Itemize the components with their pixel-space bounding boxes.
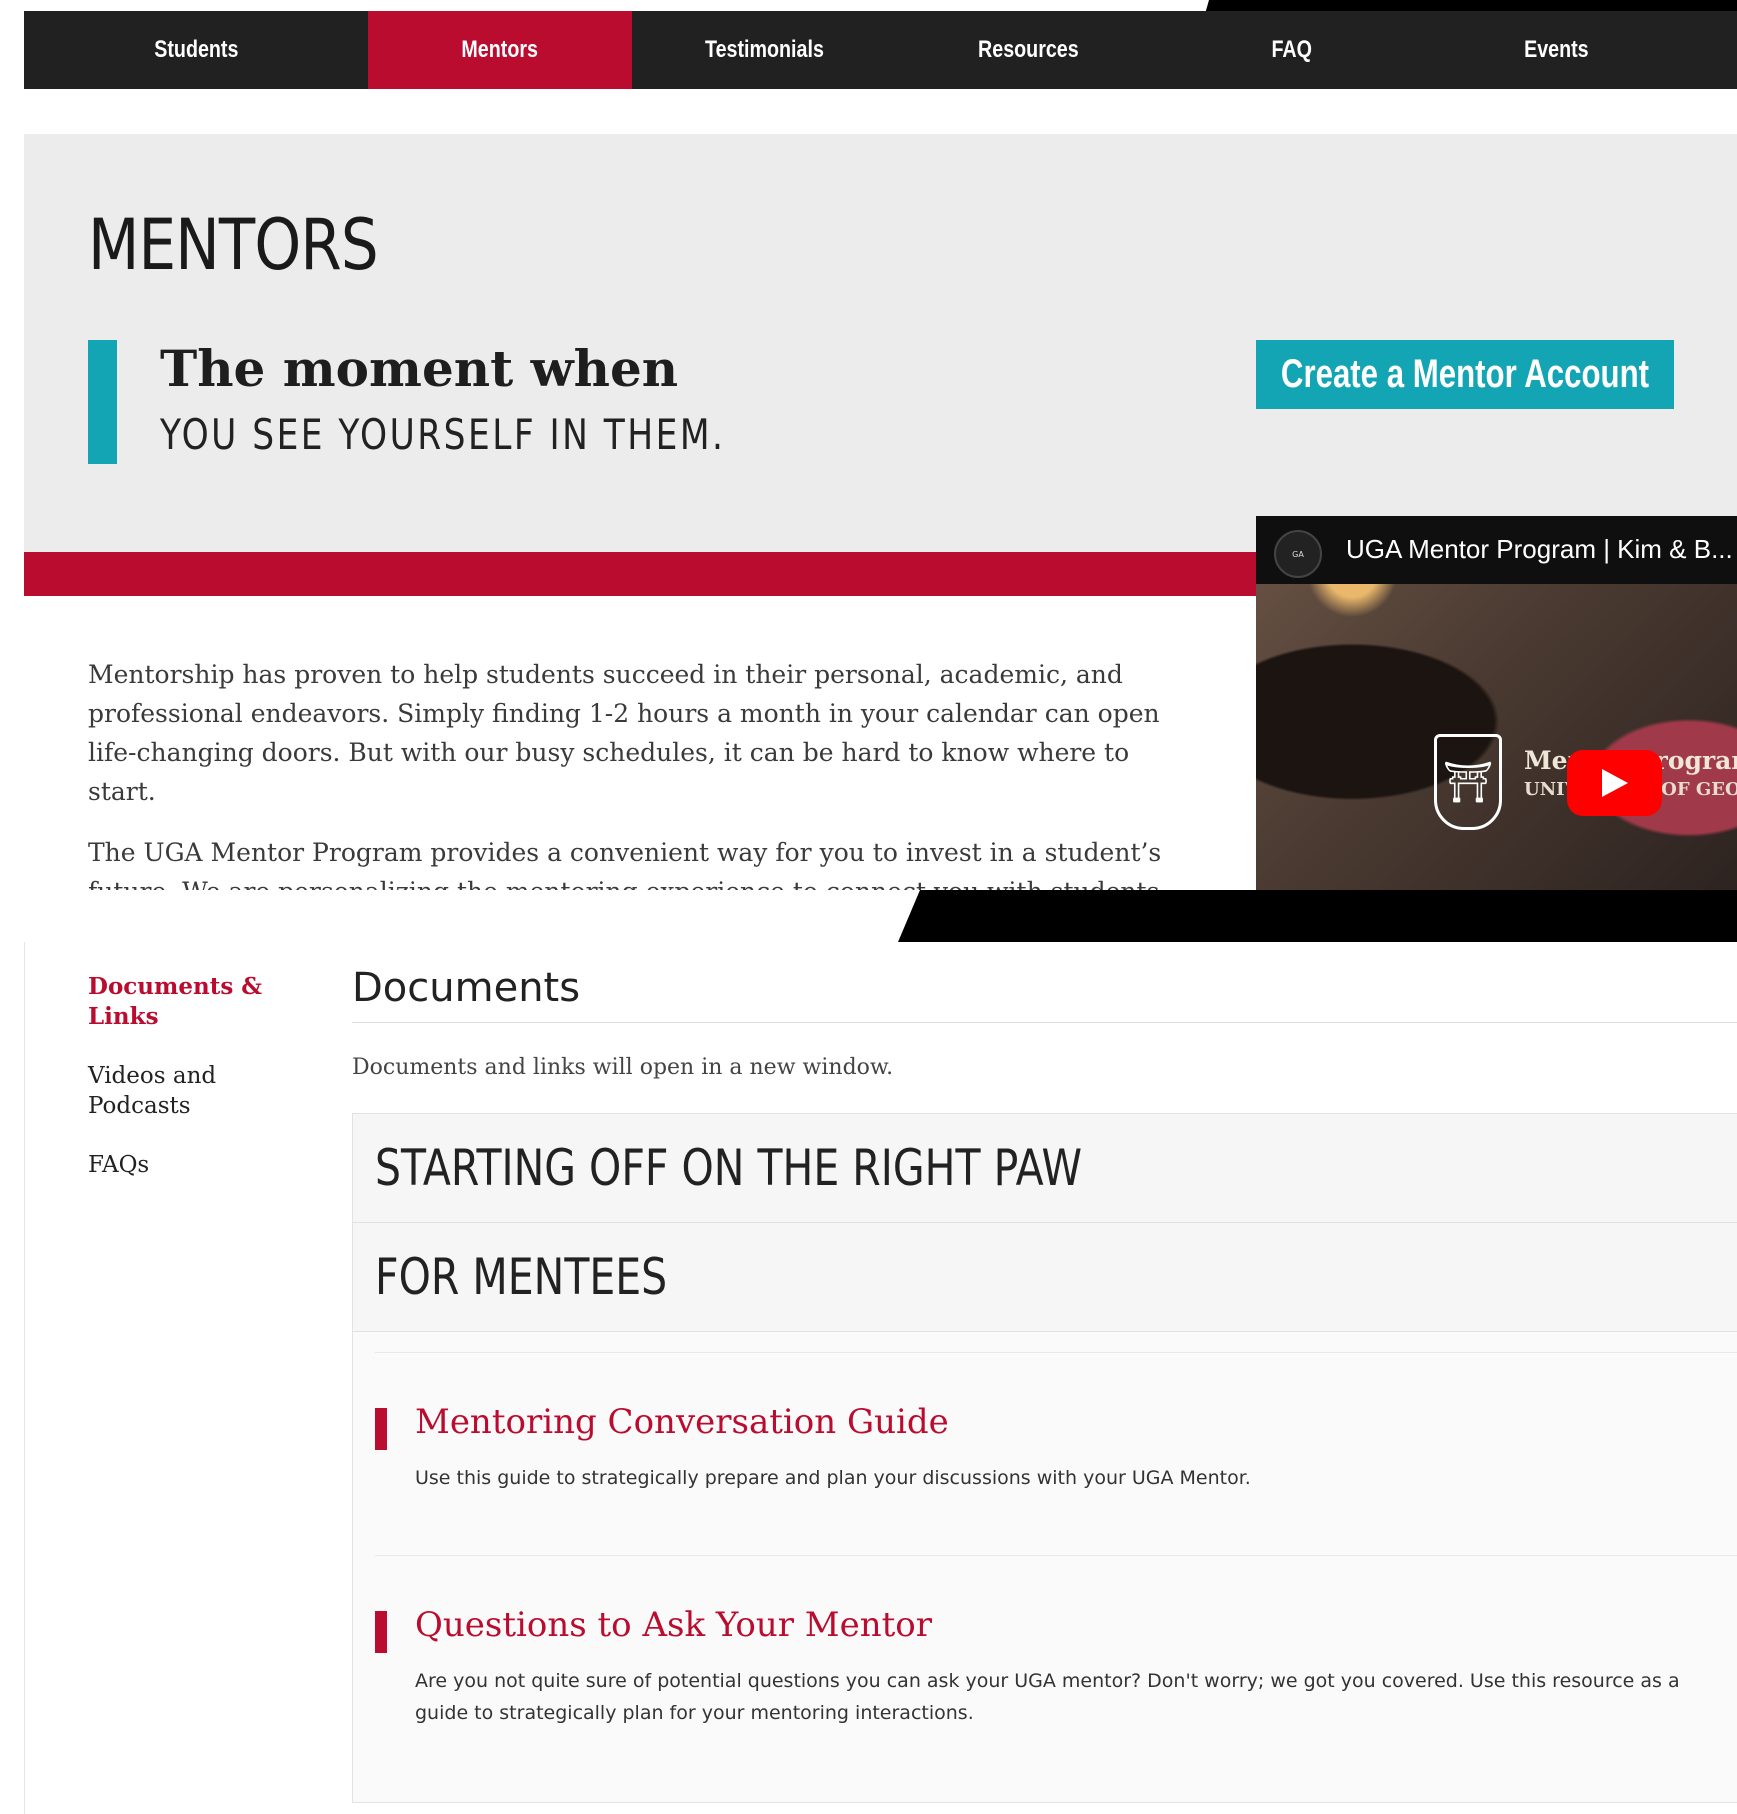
page-title: MENTORS [88,204,379,286]
resource-link-conversation-guide[interactable]: Mentoring Conversation Guide [415,1402,949,1442]
nav-item-students[interactable]: Students [24,11,368,89]
channel-avatar-icon[interactable]: GA [1274,530,1322,578]
play-icon [1601,769,1628,797]
sidebar-item-videos-podcasts[interactable]: Videos and Podcasts [88,1061,308,1121]
nav-label: Testimonials [704,36,824,63]
resource-description: Use this guide to strategically prepare … [415,1467,1251,1489]
hero-banner: MENTORS The moment when YOU SEE YOURSELF… [24,134,1737,552]
intro-text: Mentorship has proven to help students s… [88,655,1198,890]
resource-link-questions-to-ask[interactable]: Questions to Ask Your Mentor [415,1605,932,1645]
title-divider [352,1022,1737,1023]
cta-label: Create a Mentor Account [1280,352,1650,396]
resources-sidebar: Documents & Links Videos and Podcasts FA… [88,972,308,1209]
nav-label: Events [1523,36,1589,63]
intro-paragraph: The UGA Mentor Program provides a conven… [88,838,1162,890]
nav-item-mentors[interactable]: Mentors [368,11,632,89]
item-divider [375,1555,1737,1556]
nav-item-testimonials[interactable]: Testimonials [632,11,896,89]
sidebar-item-faqs[interactable]: FAQs [88,1150,308,1180]
nav-item-faq[interactable]: FAQ [1160,11,1424,89]
tagline-heading: The moment when [160,339,679,398]
page-left-border [24,942,25,1814]
create-mentor-account-button[interactable]: Create a Mentor Account [1256,340,1674,409]
video-title[interactable]: UGA Mentor Program | Kim & B... [1346,534,1733,565]
play-button[interactable] [1567,750,1662,816]
resource-description: Are you not quite sure of potential ques… [415,1670,1680,1724]
video-embed[interactable]: ⛩ Mentor Program UNIVERSITY OF GEORGIA G… [1256,516,1737,890]
nav-item-events[interactable]: Events [1424,11,1688,89]
quote-accent-bar [88,340,117,464]
resource-accent-bar [375,1611,387,1653]
resource-accent-bar [375,1408,387,1450]
documents-accordion: STARTING OFF ON THE RIGHT PAW FOR MENTEE… [352,1113,1737,1803]
nav-label: Students [153,36,239,63]
video-title-bar: GA UGA Mentor Program | Kim & B... [1256,516,1737,584]
nav-label: Resources [977,36,1079,63]
intro-paragraph: Mentorship has proven to help students s… [88,660,1160,806]
screenshot-corner-decoration [898,890,1737,942]
nav-label: Mentors [461,36,539,63]
accordion-title: STARTING OFF ON THE RIGHT PAW [375,1139,1083,1197]
accordion-header-for-mentees[interactable]: FOR MENTEES [353,1223,1737,1332]
nav-item-resources[interactable]: Resources [896,11,1160,89]
item-divider [375,1352,1737,1353]
accordion-panel: Mentoring Conversation Guide Use this gu… [353,1332,1737,1802]
accordion-title: FOR MENTEES [375,1248,668,1306]
section-title: Documents [352,965,581,1011]
nav-label: FAQ [1271,36,1313,63]
main-nav: Students Mentors Testimonials Resources … [24,11,1737,89]
red-divider-band [24,552,1256,596]
documents-note: Documents and links will open in a new w… [352,1055,894,1080]
tagline-subheading: YOU SEE YOURSELF IN THEM. [160,410,726,459]
arch-logo-icon: ⛩ [1434,734,1502,830]
sidebar-item-documents-links[interactable]: Documents & Links [88,972,308,1032]
documents-section: Documents Documents and links will open … [352,960,1737,1803]
accordion-header-starting-off[interactable]: STARTING OFF ON THE RIGHT PAW [353,1114,1737,1223]
